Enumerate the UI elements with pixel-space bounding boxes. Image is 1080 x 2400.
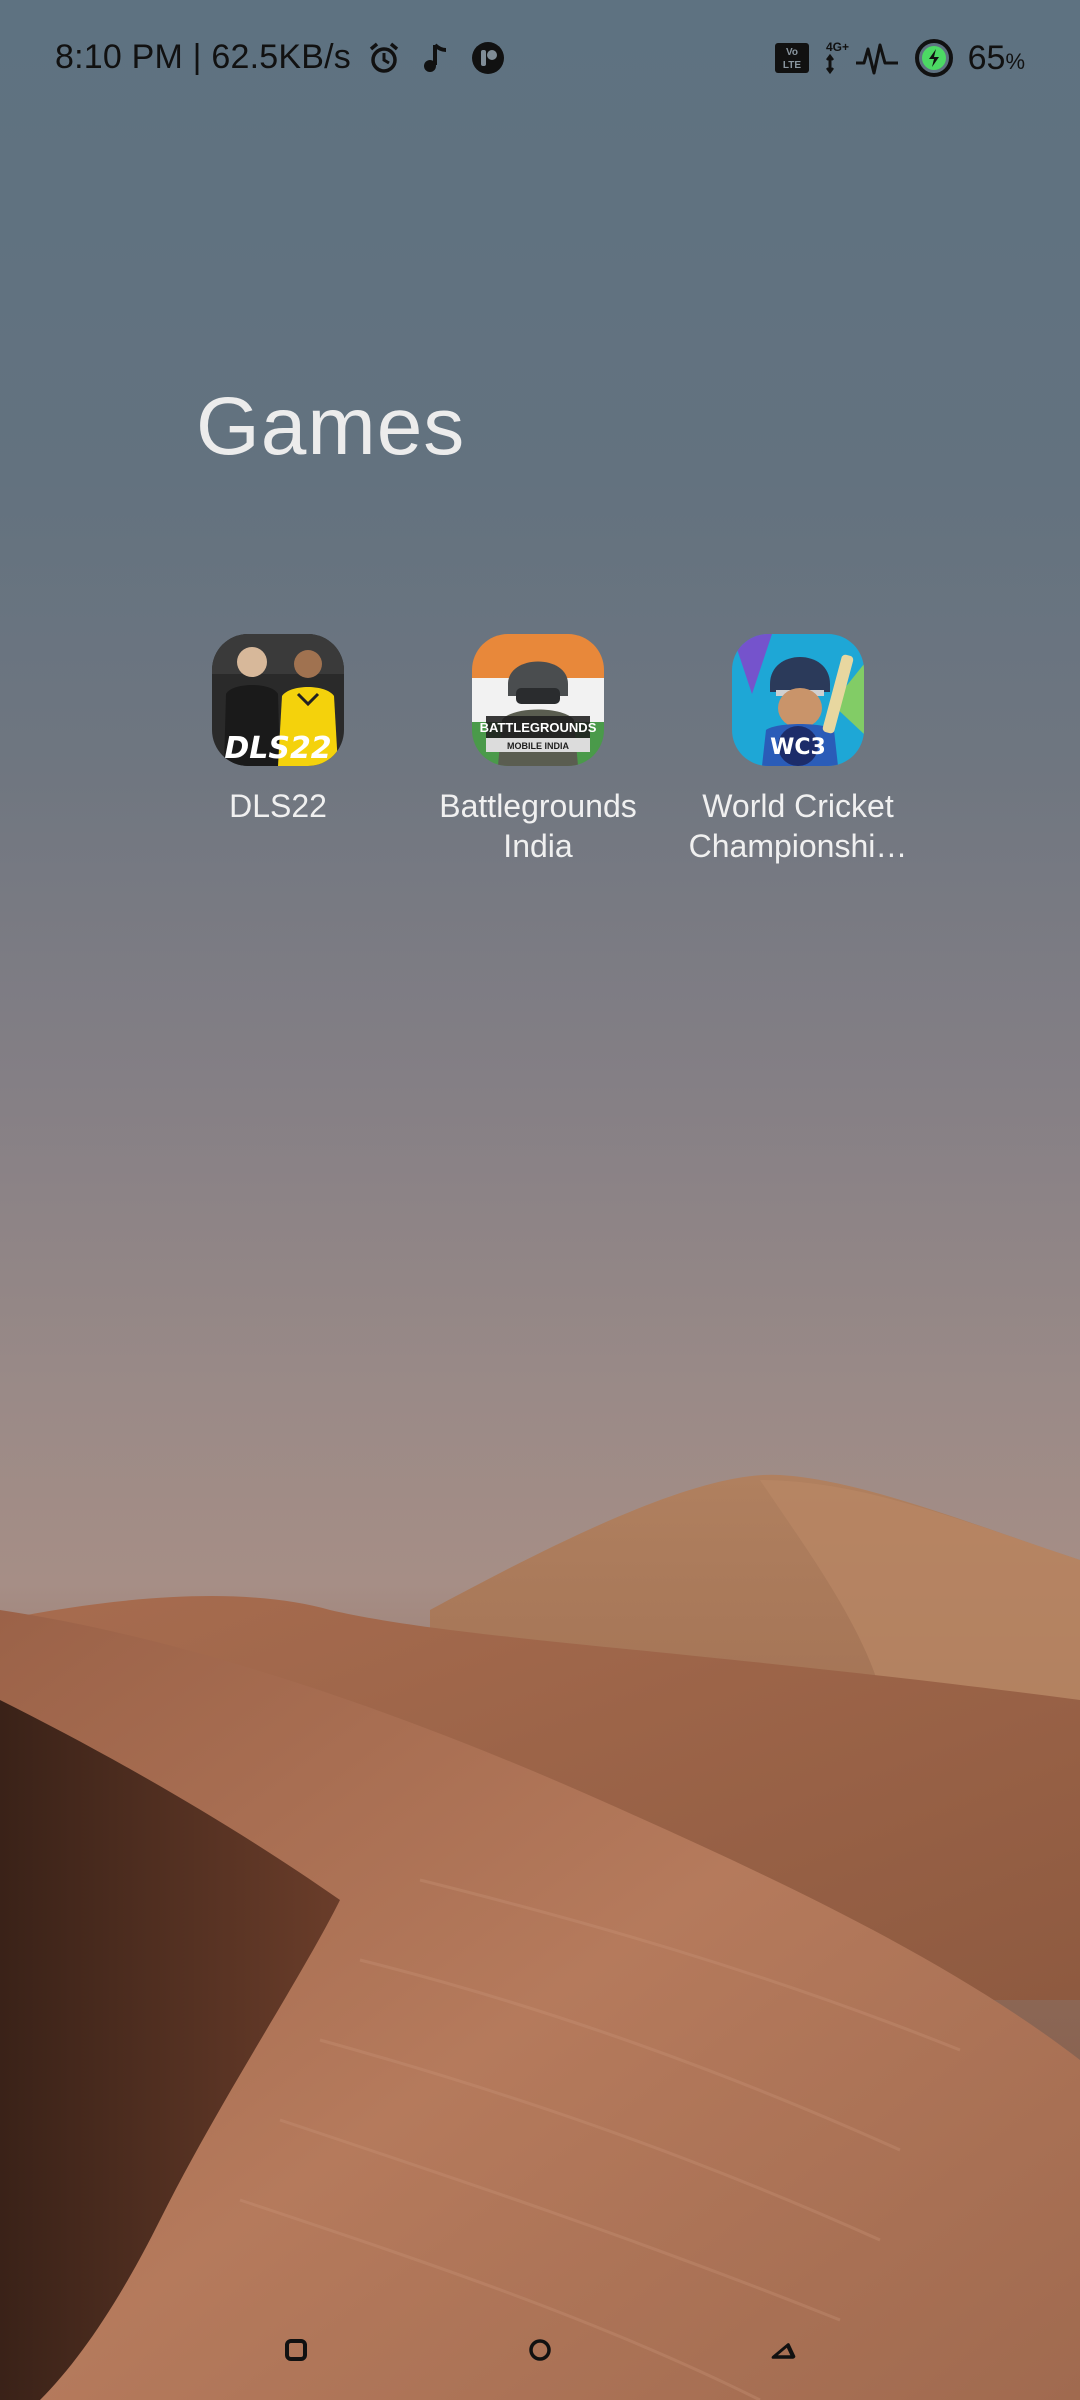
app-battlegrounds-india[interactable]: BATTLEGROUNDS MOBILE INDIA Battlegrounds… [418,634,658,866]
charging-icon [914,38,954,78]
app-label-battlegrounds-india: Battlegrounds India [439,788,637,864]
status-bar: 8:10 PM | 62.5KB/s Vo LTE 4G+ 65% [0,0,1080,120]
battery-percentage: 65% [967,38,1025,77]
alarm-icon [365,39,403,77]
svg-text:Vo: Vo [786,47,798,58]
music-note-icon [417,39,455,77]
battlegrounds-india-app-icon[interactable]: BATTLEGROUNDS MOBILE INDIA [472,634,604,766]
volte-icon: Vo LTE [774,42,810,74]
app-notification-icon [469,39,507,77]
battlegrounds-icon-subtext: MOBILE INDIA [507,741,569,751]
app-label-world-cricket-championship: World Cricket Championshi… [688,788,908,864]
desert-wallpaper [0,1474,1080,2400]
navigation-bar [0,2300,1080,2400]
signal-icon [854,41,900,75]
network-4g-icon: 4G+ [824,39,850,77]
app-world-cricket-championship[interactable]: WC3 World Cricket Championshi… [678,634,918,866]
app-dls22[interactable]: DLS22 DLS22 [158,634,398,826]
back-icon[interactable] [754,2320,814,2380]
dls22-app-icon[interactable]: DLS22 [212,634,344,766]
svg-text:LTE: LTE [783,60,801,71]
world-cricket-championship-app-icon[interactable]: WC3 [732,634,864,766]
folder-title[interactable]: Games [196,380,465,474]
home-screen: 8:10 PM | 62.5KB/s Vo LTE 4G+ 65% Games … [0,0,1080,2400]
battlegrounds-icon-text: BATTLEGROUNDS [480,720,597,735]
home-icon[interactable] [510,2320,570,2380]
recents-icon[interactable] [266,2320,326,2380]
app-label-dls22: DLS22 [229,788,327,824]
dls22-icon-text: DLS22 [224,731,331,766]
time-and-speed: 8:10 PM | 62.5KB/s [55,38,351,76]
svg-text:4G+: 4G+ [826,40,849,54]
wcc3-icon-text: WC3 [770,735,826,760]
